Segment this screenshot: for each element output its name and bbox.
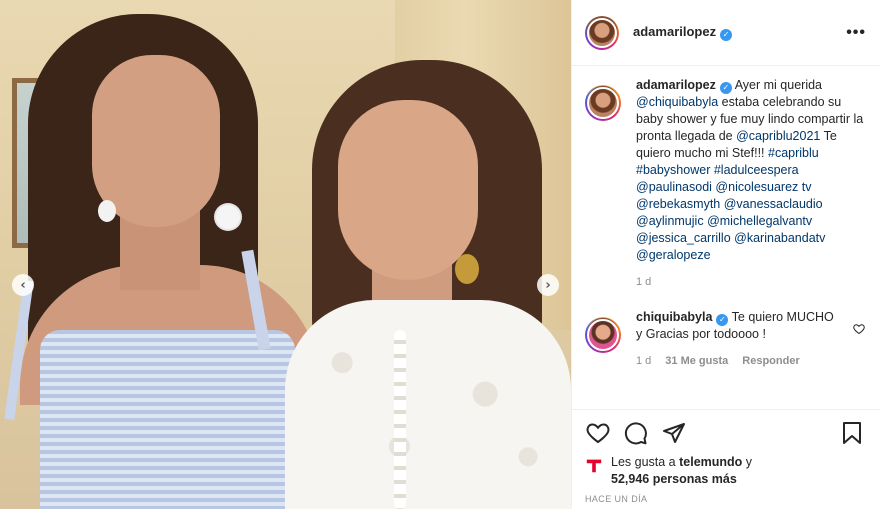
carousel-next-button[interactable]: › xyxy=(537,274,559,296)
caption-username[interactable]: adamarilopez xyxy=(636,78,716,92)
actions-bar: Les gusta a telemundo y 52,946 personas … xyxy=(572,409,880,509)
right-woman-face xyxy=(338,100,478,280)
caption-comment: adamarilopez ✓ Ayer mi querida @chiquibab… xyxy=(585,77,865,291)
like-comment-heart-icon[interactable] xyxy=(853,323,865,338)
post-photo[interactable]: ‹ › xyxy=(0,0,571,509)
mention-link[interactable]: @michellegalvantv xyxy=(707,214,812,228)
gold-earring xyxy=(455,254,479,284)
like-heart-icon[interactable] xyxy=(585,420,611,446)
mention-link[interactable]: @geralopeze xyxy=(636,248,711,262)
author-username[interactable]: adamarilopez ✓ xyxy=(633,24,733,41)
caption-text: adamarilopez ✓ Ayer mi querida @chiquibab… xyxy=(636,77,865,264)
more-options-button[interactable]: ••• xyxy=(846,24,866,42)
mention-link[interactable]: @karinabandatv xyxy=(734,231,825,245)
commenter-avatar[interactable] xyxy=(585,317,621,353)
caption-text-segment: Ayer mi querida xyxy=(734,78,822,92)
likes-summary: Les gusta a telemundo y 52,946 personas … xyxy=(585,454,865,488)
flower-earring xyxy=(98,200,116,222)
telemundo-logo-icon xyxy=(586,459,602,473)
save-bookmark-icon[interactable] xyxy=(839,420,865,446)
reply-age[interactable]: 1 d xyxy=(636,353,651,370)
liked-by-user[interactable]: telemundo xyxy=(679,455,742,469)
post-header: adamarilopez ✓ ••• xyxy=(572,0,880,66)
hashtag-link[interactable]: #capriblu xyxy=(768,146,819,160)
mention-link[interactable]: @chiquibabyla xyxy=(636,95,718,109)
hashtag-link[interactable]: #ladulceespera xyxy=(714,163,799,177)
caption-body: Ayer mi querida @chiquibabyla estaba cel… xyxy=(636,78,863,262)
mention-link[interactable]: @vanessaclaudio xyxy=(724,197,823,211)
hashtag-link[interactable]: #babyshower xyxy=(636,163,710,177)
share-send-icon[interactable] xyxy=(661,420,687,446)
mention-link[interactable]: @paulinasodi xyxy=(636,180,712,194)
action-icons xyxy=(585,420,865,446)
verified-badge-icon: ✓ xyxy=(719,82,732,94)
caption-meta: 1 d xyxy=(636,274,865,291)
reply-comment: chiquibabyla ✓ Te quiero MUCHO y Gracias … xyxy=(585,309,865,370)
mention-link[interactable]: @rebekasmyth xyxy=(636,197,720,211)
caption-age[interactable]: 1 d xyxy=(636,274,651,291)
reply-button[interactable]: Responder xyxy=(742,353,799,370)
caption-author-avatar[interactable] xyxy=(585,85,621,121)
verified-badge-icon: ✓ xyxy=(720,29,733,41)
comments-section[interactable]: adamarilopez ✓ Ayer mi querida @chiquibab… xyxy=(572,77,880,407)
commenter-username[interactable]: chiquibabyla xyxy=(636,310,712,324)
likes-text[interactable]: Les gusta a telemundo y 52,946 personas … xyxy=(611,454,752,488)
mention-link[interactable]: @nicolesuarez tv xyxy=(715,180,811,194)
post-timestamp[interactable]: HACE UN DÍA xyxy=(585,494,865,504)
left-woman-dress xyxy=(40,330,295,509)
reply-likes[interactable]: 31 Me gusta xyxy=(665,353,728,370)
reply-text: chiquibabyla ✓ Te quiero MUCHO y Gracias … xyxy=(636,309,841,343)
instagram-post: ‹ › adamarilopez ✓ ••• adamarilopez ✓ Ayer… xyxy=(0,0,880,509)
mention-link[interactable]: @aylinmujic xyxy=(636,214,704,228)
comment-bubble-icon[interactable] xyxy=(623,420,649,446)
right-woman-lace-blouse xyxy=(285,300,571,509)
verified-badge-icon: ✓ xyxy=(716,314,729,326)
flower-earring xyxy=(216,205,240,229)
mention-link[interactable]: @capriblu2021 xyxy=(736,129,820,143)
author-avatar[interactable] xyxy=(585,16,619,50)
blouse-buttons xyxy=(394,330,406,509)
mention-link[interactable]: @jessica_carrillo xyxy=(636,231,731,245)
reply-meta: 1 d 31 Me gusta Responder xyxy=(636,353,841,370)
post-sidebar: adamarilopez ✓ ••• adamarilopez ✓ Ayer mi … xyxy=(571,0,880,509)
likes-count[interactable]: 52,946 personas más xyxy=(611,472,737,486)
carousel-prev-button[interactable]: ‹ xyxy=(12,274,34,296)
